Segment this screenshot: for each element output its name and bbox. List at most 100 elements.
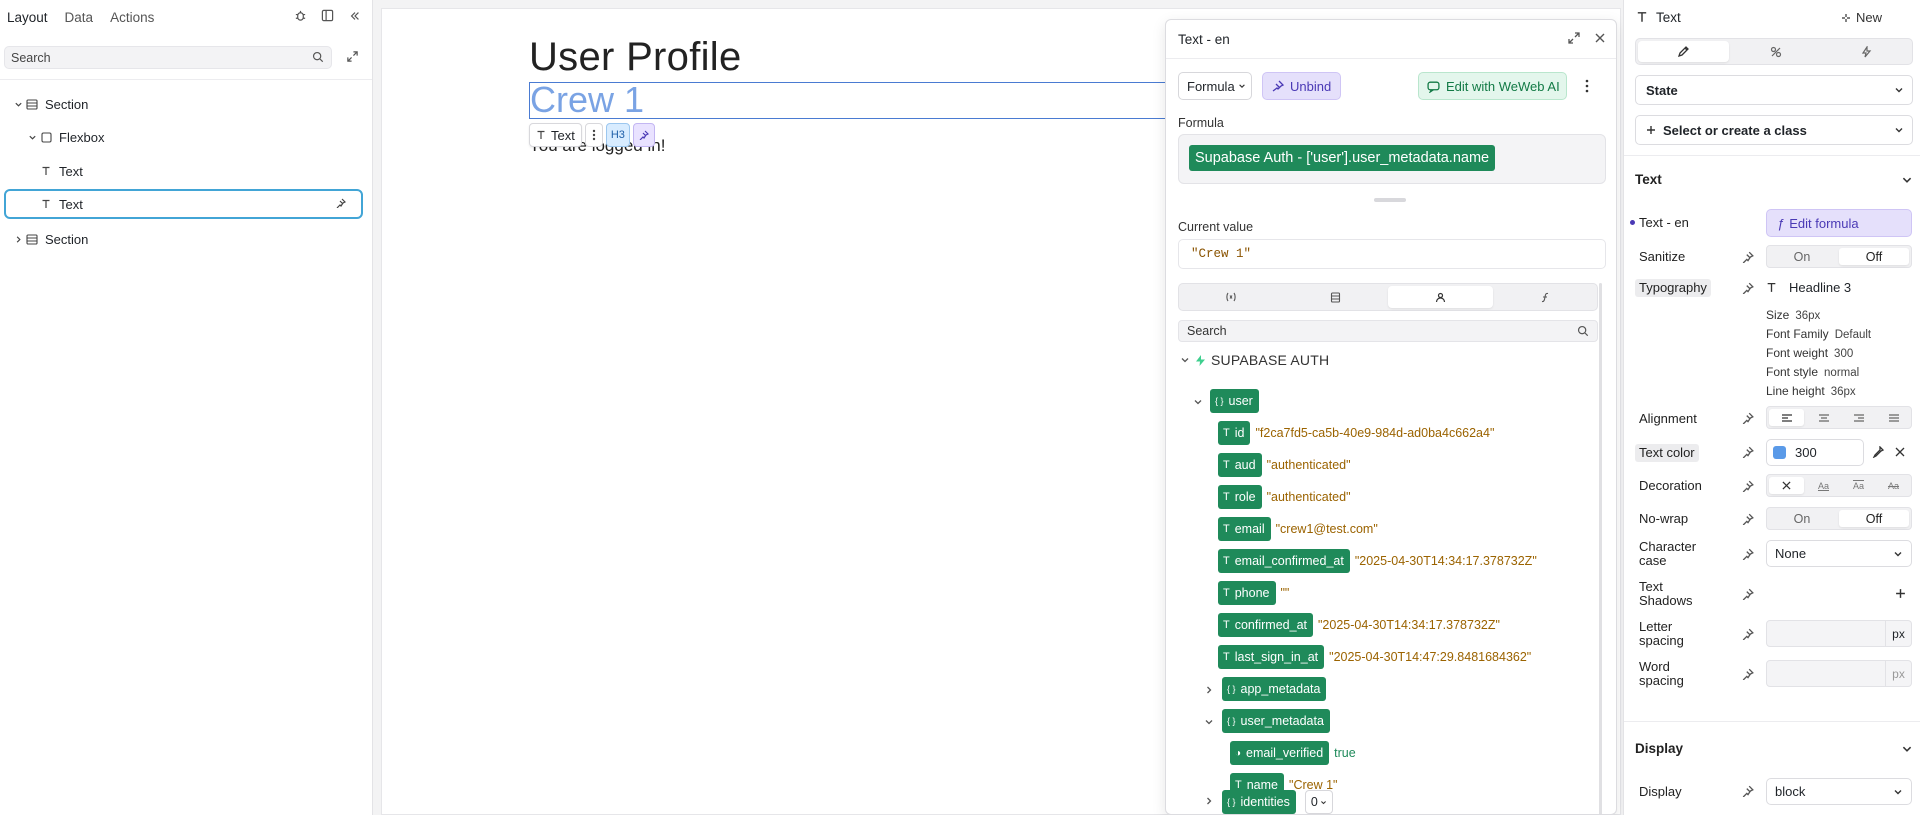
bind-icon[interactable] [1742, 628, 1754, 640]
workflows-tab[interactable] [1821, 39, 1912, 64]
chevron-down-icon[interactable] [1192, 396, 1204, 408]
word-spacing-input[interactable] [1766, 660, 1886, 687]
formula-mode-select[interactable]: Formula [1178, 72, 1252, 100]
display-section-header[interactable]: Display [1635, 741, 1913, 756]
edit-with-ai-button[interactable]: Edit with WeWeb AI [1418, 72, 1567, 100]
align-center-icon[interactable] [1806, 407, 1841, 428]
expand-icon[interactable] [1568, 32, 1580, 44]
tab-layout[interactable]: Layout [7, 10, 48, 25]
text-section-header[interactable]: Text [1635, 172, 1913, 187]
word-spacing-unit[interactable]: px [1886, 660, 1912, 687]
bind-icon[interactable] [1742, 282, 1754, 294]
chevron-down-icon[interactable] [1203, 716, 1215, 728]
tree-item-flexbox[interactable]: Flexbox [4, 123, 363, 151]
nowrap-toggle[interactable]: On Off [1766, 507, 1912, 530]
field-phone[interactable]: Tphone "" [1218, 581, 1289, 605]
user-node[interactable]: { } user [1210, 389, 1259, 413]
chevron-right-icon[interactable] [1203, 684, 1215, 696]
field-email-confirmed-at[interactable]: Temail_confirmed_at "2025-04-30T14:34:17… [1218, 549, 1537, 573]
auth-tab-icon[interactable] [1388, 286, 1493, 308]
selected-text-element[interactable]: Crew 1 [529, 82, 1169, 119]
formula-token[interactable]: Supabase Auth - ['user'].user_metadata.n… [1189, 145, 1496, 171]
element-type-button[interactable]: Text [529, 123, 582, 147]
alignment-control[interactable] [1766, 406, 1912, 429]
bug-icon[interactable] [293, 8, 308, 23]
panel-layout-icon[interactable] [320, 8, 335, 23]
page-title[interactable]: User Profile [529, 35, 742, 80]
edit-formula-button[interactable]: ƒ Edit formula [1766, 209, 1912, 237]
data-search-input[interactable] [1178, 320, 1598, 342]
align-left-icon[interactable] [1769, 409, 1804, 426]
bind-icon[interactable] [1742, 480, 1754, 492]
field-last-sign-in-at[interactable]: Tlast_sign_in_at "2025-04-30T14:47:29.84… [1218, 645, 1531, 669]
clear-icon[interactable] [1895, 447, 1905, 457]
field-email[interactable]: Temail "crew1@test.com" [1218, 517, 1378, 541]
bind-icon[interactable] [1742, 251, 1754, 263]
bind-icon[interactable] [1742, 668, 1754, 680]
align-right-icon[interactable] [1841, 407, 1876, 428]
supabase-auth-node[interactable]: SUPABASE AUTH [1180, 352, 1329, 368]
tree-item-section[interactable]: Section [4, 225, 363, 253]
close-icon[interactable] [1594, 32, 1606, 44]
tree-item-text[interactable]: Text [4, 157, 363, 185]
chevron-right-icon[interactable] [1203, 795, 1215, 807]
state-select[interactable]: State [1635, 75, 1913, 105]
expand-all-icon[interactable] [346, 50, 361, 65]
new-button[interactable]: New [1841, 10, 1882, 25]
eyedropper-icon[interactable] [1872, 446, 1884, 458]
scrollbar[interactable] [1599, 283, 1602, 814]
bind-icon[interactable] [1742, 513, 1754, 525]
tree-item-text-selected[interactable]: Text [4, 189, 363, 219]
identities-node[interactable]: { } identities 0 [1222, 790, 1333, 814]
tab-actions[interactable]: Actions [110, 10, 154, 25]
formula-editor[interactable]: Supabase Auth - ['user'].user_metadata.n… [1178, 134, 1606, 184]
style-tab[interactable] [1638, 41, 1729, 62]
tab-data[interactable]: Data [65, 10, 94, 25]
unbind-button[interactable]: Unbind [1262, 72, 1341, 100]
index-select[interactable]: 0 [1304, 790, 1333, 814]
more-options-icon[interactable] [584, 123, 603, 147]
display-select[interactable]: block [1766, 778, 1912, 805]
field-email-verified[interactable]: ◑ email_verified true [1230, 741, 1356, 765]
sanitize-off[interactable]: Off [1839, 248, 1909, 265]
sanitize-toggle[interactable]: On Off [1766, 245, 1912, 268]
align-justify-icon[interactable] [1876, 407, 1911, 428]
tree-item-section[interactable]: Section [4, 90, 363, 118]
chevron-down-icon[interactable] [12, 98, 24, 110]
nowrap-off[interactable]: Off [1839, 510, 1909, 527]
collapse-panel-icon[interactable] [347, 8, 362, 23]
letter-spacing-input[interactable] [1766, 620, 1886, 647]
chevron-down-icon[interactable] [26, 131, 38, 143]
layer-search-input[interactable] [4, 46, 332, 69]
app-metadata-node[interactable]: { } app_metadata [1222, 677, 1327, 701]
chevron-right-icon[interactable] [12, 233, 24, 245]
user-metadata-node[interactable]: { } user_metadata [1222, 709, 1330, 733]
class-select[interactable]: Select or create a class [1635, 115, 1913, 145]
collections-tab-icon[interactable] [1284, 284, 1389, 310]
add-shadow-icon[interactable] [1895, 588, 1906, 599]
variables-tab-icon[interactable] [1179, 284, 1284, 310]
resize-handle[interactable] [1374, 198, 1406, 202]
nowrap-on[interactable]: On [1767, 508, 1837, 529]
bind-icon[interactable] [1742, 588, 1754, 600]
bind-icon[interactable] [1742, 785, 1754, 797]
char-case-select[interactable]: None [1766, 540, 1912, 567]
binding-icon[interactable] [632, 123, 655, 147]
underline-option[interactable]: Aa [1806, 475, 1841, 496]
text-color-picker[interactable]: 300 [1766, 439, 1864, 466]
field-aud[interactable]: Taud "authenticated" [1218, 453, 1351, 477]
letter-spacing-unit[interactable]: px [1886, 620, 1912, 647]
settings-tab[interactable] [1731, 39, 1822, 64]
typography-select[interactable]: Headline 3 [1766, 280, 1851, 295]
bind-icon[interactable] [1742, 446, 1754, 458]
decoration-control[interactable]: Aa Aa Aa [1766, 474, 1912, 497]
field-id[interactable]: Tid "f2ca7fd5-ca5b-40e9-984d-ad0ba4c662a… [1218, 421, 1494, 445]
more-options-icon[interactable] [1579, 72, 1595, 100]
formulas-tab-icon[interactable] [1493, 284, 1598, 310]
heading-badge[interactable]: H3 [605, 123, 630, 147]
no-decoration-icon[interactable] [1769, 477, 1804, 494]
bind-icon[interactable] [1742, 548, 1754, 560]
field-confirmed-at[interactable]: Tconfirmed_at "2025-04-30T14:34:17.37873… [1218, 613, 1500, 637]
strikethrough-option[interactable]: Aa [1876, 475, 1911, 496]
bind-icon[interactable] [1742, 412, 1754, 424]
